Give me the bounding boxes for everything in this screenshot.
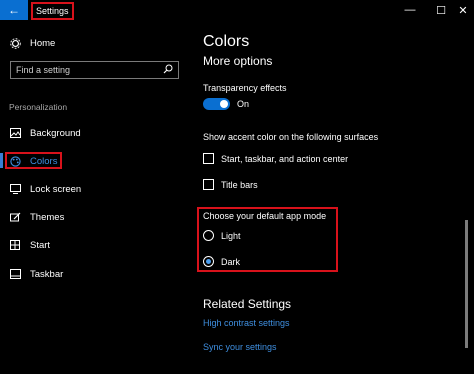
- sidebar-item-label: Taskbar: [30, 268, 64, 280]
- sidebar-item-colors[interactable]: Colors: [8, 152, 57, 170]
- gear-icon: [8, 37, 22, 49]
- sidebar-item-label: Colors: [30, 155, 58, 167]
- transparency-label: Transparency effects: [203, 83, 287, 93]
- nav-home[interactable]: Home: [8, 34, 55, 52]
- scrollbar[interactable]: [465, 220, 468, 348]
- related-settings-heading: Related Settings: [203, 297, 292, 311]
- search-icon[interactable]: [163, 61, 173, 79]
- search-box[interactable]: [10, 61, 179, 79]
- radio-dark[interactable]: [203, 256, 214, 267]
- transparency-state: On: [237, 99, 250, 109]
- brush-icon: [8, 212, 22, 223]
- app-mode-label: Choose your default app mode: [203, 211, 327, 221]
- nav-home-label: Home: [30, 37, 56, 49]
- checkbox-title-bars[interactable]: [203, 179, 214, 190]
- sidebar-item-start[interactable]: Start: [8, 236, 50, 254]
- sidebar-item-lock-screen[interactable]: Lock screen: [8, 180, 81, 198]
- transparency-toggle[interactable]: [203, 98, 230, 110]
- section-heading-more-options: More options: [203, 54, 273, 68]
- sidebar-item-background[interactable]: Background: [8, 124, 81, 142]
- start-icon: [8, 240, 22, 250]
- picture-icon: [8, 128, 22, 138]
- radio-label: Light: [221, 231, 241, 241]
- link-sync-settings[interactable]: Sync your settings: [203, 342, 277, 352]
- section-personalization: Personalization: [9, 102, 68, 112]
- accent-surfaces-label: Show accent color on the following surfa…: [203, 132, 379, 142]
- title-bar: ← Settings — ☐ ✕: [0, 0, 474, 20]
- maximize-icon: ☐: [436, 4, 446, 17]
- taskbar-icon: [8, 269, 22, 279]
- checkbox-start-taskbar[interactable]: [203, 153, 214, 164]
- radio-label: Dark: [221, 257, 241, 267]
- close-button[interactable]: ✕: [452, 0, 474, 20]
- sidebar-item-label: Lock screen: [30, 183, 82, 195]
- checkbox-label: Title bars: [221, 180, 258, 190]
- sidebar-item-themes[interactable]: Themes: [8, 208, 64, 226]
- close-icon: ✕: [458, 4, 468, 17]
- checkbox-label: Start, taskbar, and action center: [221, 154, 349, 164]
- sidebar-item-label: Background: [30, 127, 81, 139]
- active-indicator: [0, 153, 3, 168]
- minimize-icon: —: [404, 4, 416, 16]
- link-high-contrast[interactable]: High contrast settings: [203, 318, 290, 328]
- toggle-knob: [220, 100, 228, 108]
- sidebar-item-taskbar[interactable]: Taskbar: [8, 265, 63, 283]
- sidebar-item-label: Start: [30, 239, 51, 251]
- monitor-icon: [8, 184, 22, 194]
- page-title: Colors: [203, 33, 250, 50]
- back-arrow-icon: ←: [8, 3, 20, 17]
- window-title: Settings: [31, 2, 74, 20]
- back-button[interactable]: ←: [0, 0, 28, 20]
- palette-icon: [8, 155, 22, 167]
- search-input[interactable]: [16, 65, 156, 75]
- radio-light[interactable]: [203, 230, 214, 241]
- sidebar-item-label: Themes: [30, 211, 65, 223]
